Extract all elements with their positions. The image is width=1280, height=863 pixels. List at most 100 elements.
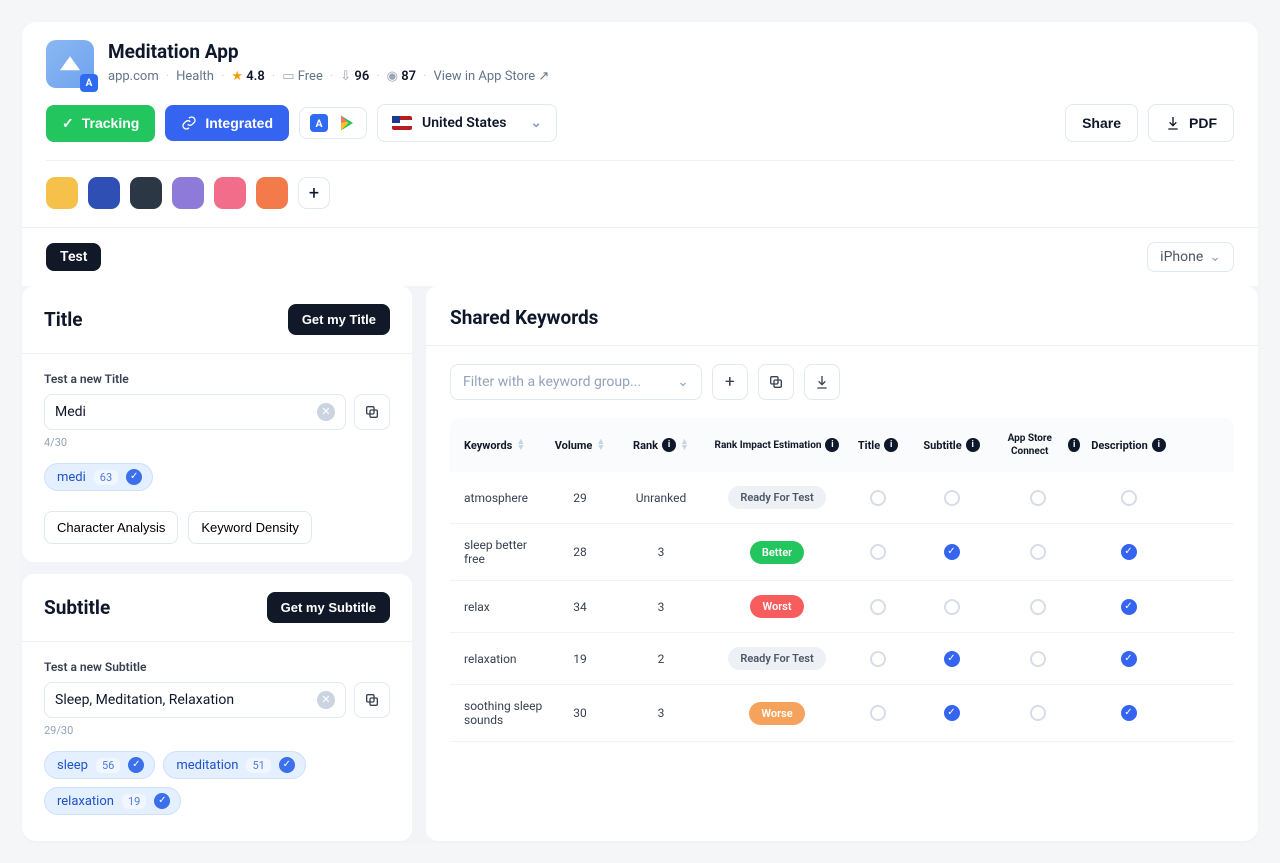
export-keywords-button[interactable] [804, 364, 840, 400]
competitor-swatch[interactable] [46, 177, 78, 209]
competitor-swatch[interactable] [172, 177, 204, 209]
share-button[interactable]: Share [1065, 104, 1138, 142]
competitor-swatch[interactable] [88, 177, 120, 209]
copy-keywords-button[interactable] [758, 364, 794, 400]
impact-badge: Ready For Test [728, 647, 825, 670]
col-asc: App Store Connecti [995, 432, 1080, 458]
check-icon: ✓ [154, 793, 170, 809]
store-toggle[interactable]: A [299, 107, 367, 139]
impact-badge: Worst [750, 595, 803, 618]
clear-icon[interactable]: ✕ [317, 691, 335, 709]
competitor-swatch[interactable] [256, 177, 288, 209]
star-icon: ★ [231, 69, 243, 84]
table-row: sleep better free 28 3 Better [450, 524, 1234, 581]
keyword-tag[interactable]: meditation51✓ [163, 751, 306, 779]
col-volume[interactable]: Volume▲▼ [550, 439, 610, 452]
volume-cell: 28 [550, 545, 610, 559]
rank-cell: 3 [616, 706, 706, 720]
shared-keywords-heading: Shared Keywords [450, 306, 1234, 329]
chevron-down-icon: ⌄ [1209, 249, 1221, 265]
table-row: relaxation192Ready For Test [450, 633, 1234, 685]
checked-icon[interactable] [1121, 651, 1137, 667]
filter-keyword-group[interactable]: Filter with a keyword group... ⌄ [450, 364, 702, 400]
unchecked-icon[interactable] [870, 651, 886, 667]
character-analysis-button[interactable]: Character Analysis [44, 511, 178, 544]
unchecked-icon[interactable] [870, 599, 886, 615]
rank-cell: 3 [616, 600, 706, 614]
unchecked-icon[interactable] [1030, 490, 1046, 506]
copy-icon [364, 404, 380, 420]
test-chip[interactable]: Test [46, 243, 101, 271]
app-rank1: 96 [354, 69, 369, 84]
app-price: Free [298, 69, 323, 84]
impact-badge: Worse [749, 702, 804, 725]
unchecked-icon[interactable] [1030, 705, 1046, 721]
unchecked-icon[interactable] [1030, 544, 1046, 560]
subtitle-input[interactable]: Sleep, Meditation, Relaxation ✕ [44, 682, 346, 718]
tracking-button[interactable]: ✓ Tracking [46, 105, 155, 142]
appstore-badge-icon: A [80, 74, 98, 92]
checked-icon[interactable] [1121, 544, 1137, 560]
integrated-button[interactable]: Integrated [165, 105, 289, 141]
copy-button[interactable] [354, 682, 390, 718]
subtitle-heading: Subtitle [44, 596, 110, 619]
keyword-density-button[interactable]: Keyword Density [188, 511, 312, 544]
info-icon: i [966, 438, 980, 452]
volume-cell: 34 [550, 600, 610, 614]
app-rank2: 87 [401, 69, 416, 84]
unchecked-icon[interactable] [1030, 651, 1046, 667]
table-row: atmosphere29UnrankedReady For Test [450, 472, 1234, 524]
color-swatches: + [22, 161, 1258, 227]
title-input[interactable]: Medi ✕ [44, 394, 346, 430]
app-title: Meditation App [108, 40, 549, 63]
title-heading: Title [44, 308, 83, 331]
add-group-button[interactable]: + [712, 364, 748, 400]
col-rank[interactable]: Ranki▲▼ [616, 438, 706, 452]
unchecked-icon[interactable] [944, 490, 960, 506]
check-icon: ✓ [62, 115, 74, 132]
keyword-cell: sleep better free [464, 538, 544, 566]
unchecked-icon[interactable] [870, 705, 886, 721]
chevron-down-icon: ⌄ [677, 374, 689, 390]
col-description: Descriptioni [1086, 438, 1171, 452]
chevron-down-icon: ⌄ [530, 115, 542, 131]
competitor-swatch[interactable] [214, 177, 246, 209]
download-icon [1165, 115, 1181, 131]
info-icon: i [662, 438, 676, 452]
keyword-tag[interactable]: sleep56✓ [44, 751, 155, 779]
copy-button[interactable] [354, 394, 390, 430]
get-my-subtitle-button[interactable]: Get my Subtitle [267, 592, 390, 623]
add-swatch-button[interactable]: + [298, 177, 330, 209]
unchecked-icon[interactable] [1121, 490, 1137, 506]
volume-cell: 29 [550, 491, 610, 505]
copy-icon [768, 374, 784, 390]
country-select[interactable]: United States ⌄ [377, 104, 557, 142]
view-in-store-link[interactable]: View in App Store ↗ [423, 69, 549, 84]
impact-badge: Better [750, 541, 804, 564]
unchecked-icon[interactable] [1030, 599, 1046, 615]
keyword-cell: soothing sleep sounds [464, 699, 544, 727]
info-icon: i [884, 438, 898, 452]
get-my-title-button[interactable]: Get my Title [288, 304, 390, 335]
pdf-button[interactable]: PDF [1148, 104, 1234, 142]
checked-icon[interactable] [1121, 705, 1137, 721]
device-select[interactable]: iPhone ⌄ [1147, 242, 1234, 272]
keyword-tag[interactable]: relaxation19✓ [44, 787, 181, 815]
subtitle-field-label: Test a new Subtitle [44, 660, 390, 674]
clear-icon[interactable]: ✕ [317, 403, 335, 421]
competitor-swatch[interactable] [130, 177, 162, 209]
playstore-icon [338, 114, 356, 132]
checked-icon[interactable] [1121, 599, 1137, 615]
checked-icon[interactable] [944, 544, 960, 560]
info-icon: i [1068, 438, 1080, 452]
checked-icon[interactable] [944, 705, 960, 721]
link-icon [181, 115, 197, 131]
unchecked-icon[interactable] [870, 544, 886, 560]
checked-icon[interactable] [944, 651, 960, 667]
col-keywords[interactable]: Keywords▲▼ [464, 439, 544, 452]
keyword-tag[interactable]: medi 63 ✓ [44, 463, 153, 491]
check-icon: ✓ [126, 469, 142, 485]
unchecked-icon[interactable] [870, 490, 886, 506]
unchecked-icon[interactable] [944, 599, 960, 615]
rank-cell: 3 [616, 545, 706, 559]
